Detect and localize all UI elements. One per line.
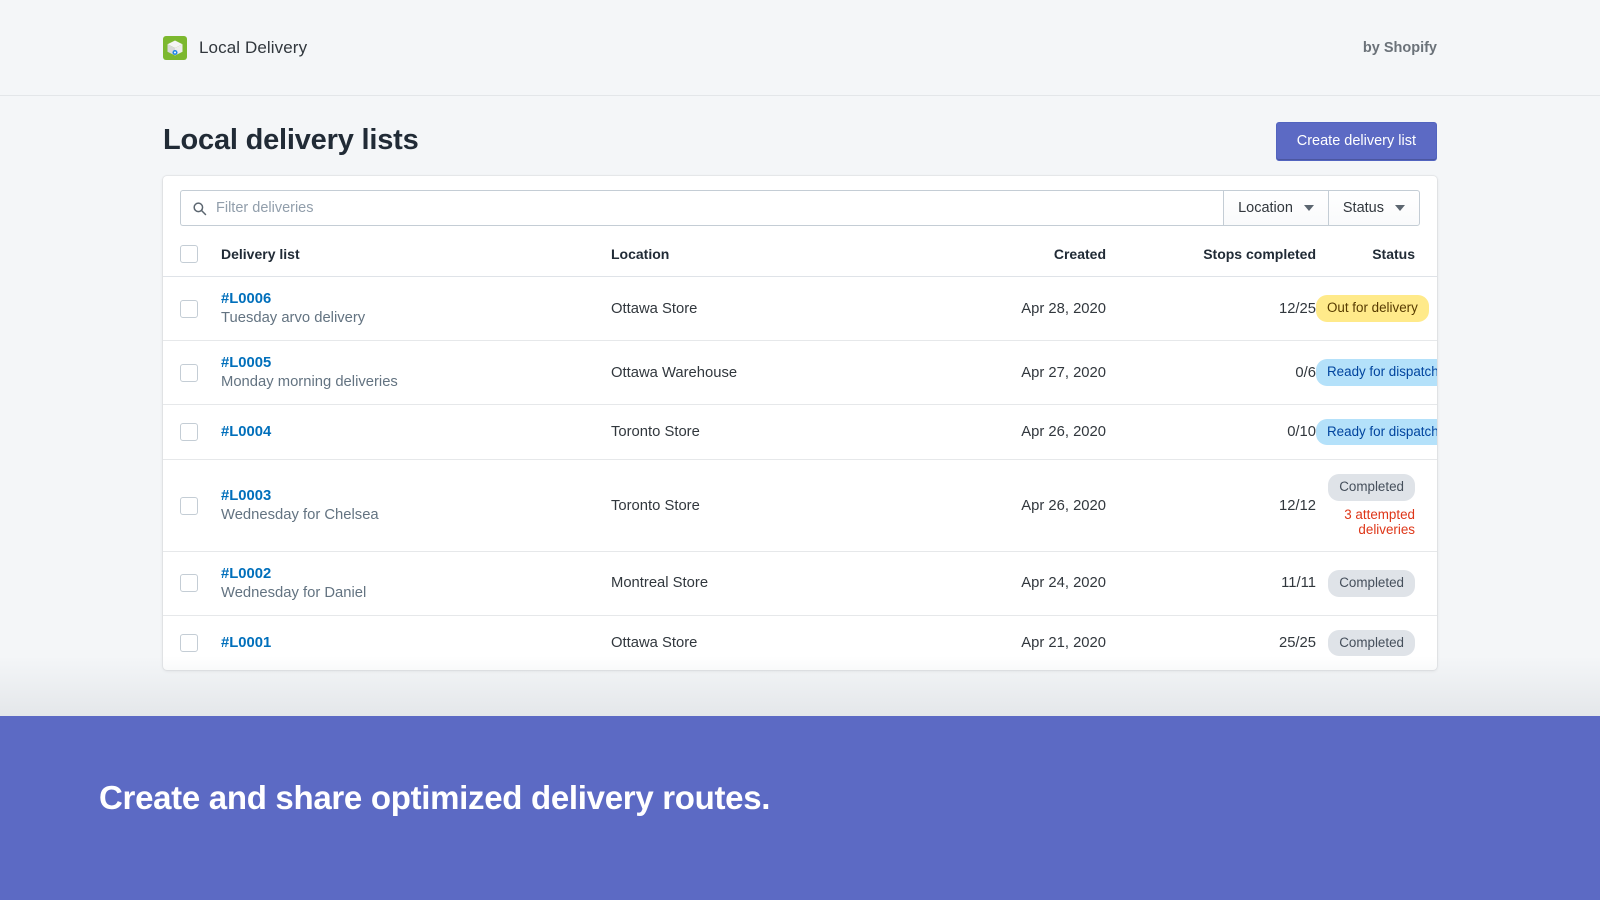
row-checkbox[interactable] xyxy=(180,423,198,442)
status-cell: Completed xyxy=(1316,550,1437,616)
status-cell: Out for delivery xyxy=(1316,276,1437,341)
row-checkbox[interactable] xyxy=(180,634,198,653)
stops-completed-cell: 12/25 xyxy=(1106,276,1316,341)
status-cell: Completed 3 attempted deliveries xyxy=(1316,459,1437,552)
status-filter-label: Status xyxy=(1342,200,1384,216)
background-fade xyxy=(0,656,1600,716)
chevron-down-icon xyxy=(1395,205,1405,211)
row-select-cell xyxy=(163,550,221,616)
promo-banner-headline: Create and share optimized delivery rout… xyxy=(99,779,771,816)
created-cell: Apr 26, 2020 xyxy=(861,459,1106,552)
search-field[interactable] xyxy=(180,190,1224,226)
promo-banner: Create and share optimized delivery rout… xyxy=(0,716,1600,900)
created-cell: Apr 26, 2020 xyxy=(861,403,1106,460)
column-header-created: Created xyxy=(1053,246,1106,262)
page-title: Local delivery lists xyxy=(163,124,419,156)
delivery-list-link[interactable]: #L0001 xyxy=(221,635,611,651)
delivery-list-subtitle: Monday morning deliveries xyxy=(221,374,398,390)
delivery-list-link[interactable]: #L0006 xyxy=(221,291,611,307)
select-all-header xyxy=(163,226,221,277)
row-checkbox[interactable] xyxy=(180,574,198,593)
location-filter-button[interactable]: Location xyxy=(1223,190,1328,226)
select-all-checkbox[interactable] xyxy=(180,245,198,263)
top-bar: Local Delivery by Shopify xyxy=(0,0,1600,96)
status-cell: Ready for dispatch xyxy=(1316,403,1437,460)
created-cell: Apr 27, 2020 xyxy=(861,340,1106,405)
brand: Local Delivery xyxy=(163,35,308,60)
delivery-list-cell: #L0006 Tuesday arvo delivery xyxy=(221,276,611,341)
created-cell: Apr 28, 2020 xyxy=(861,276,1106,341)
table-row[interactable]: #L0005 Monday morning deliveries Ottawa Wa… xyxy=(163,340,1437,405)
brand-name: Local Delivery xyxy=(199,37,308,57)
row-checkbox[interactable] xyxy=(180,363,198,382)
location-cell: Toronto Store xyxy=(611,459,861,552)
location-filter-label: Location xyxy=(1238,200,1293,216)
delivery-list-link[interactable]: #L0002 xyxy=(221,566,611,582)
delivery-list-subtitle: Wednesday for Chelsea xyxy=(221,507,379,524)
attempted-deliveries-note: 3 attempted deliveries xyxy=(1344,506,1415,537)
search-icon xyxy=(193,201,207,215)
status-badge: Completed xyxy=(1328,570,1415,597)
chevron-down-icon xyxy=(1303,205,1314,211)
delivery-list-cell: #L0002 Wednesday for Daniel xyxy=(221,550,611,616)
row-select-cell xyxy=(163,276,221,341)
location-cell: Ottawa Store xyxy=(611,276,861,341)
created-cell: Apr 24, 2020 xyxy=(861,550,1106,616)
delivery-list-link[interactable]: #L0003 xyxy=(221,488,611,504)
delivery-list-cell: #L0004 xyxy=(221,403,611,460)
status-badge: Ready for dispatch xyxy=(1316,359,1437,386)
delivery-list-link[interactable]: #L0004 xyxy=(221,424,611,440)
table-row[interactable]: #L0002 Wednesday for Daniel Montreal Store… xyxy=(163,550,1437,616)
row-select-cell xyxy=(163,403,221,460)
delivery-list-cell: #L0003 Wednesday for Chelsea xyxy=(221,459,611,552)
location-cell: Montreal Store xyxy=(611,550,861,616)
status-badge: Ready for dispatch xyxy=(1316,419,1437,446)
table-row[interactable]: #L0004 Toronto Store Apr 26, 2020 0/10 Ready… xyxy=(163,403,1437,460)
stops-completed-cell: 0/10 xyxy=(1106,403,1316,460)
delivery-lists-table: Delivery list Location Created Stops com… xyxy=(163,226,1437,671)
table-header: Delivery list Location Created Stops com… xyxy=(163,226,1437,277)
row-select-cell xyxy=(163,340,221,405)
delivery-list-subtitle: Tuesday arvo delivery xyxy=(221,310,366,326)
status-filter-button[interactable]: Status xyxy=(1327,190,1420,226)
column-header-stops-completed: Stops completed xyxy=(1203,246,1316,262)
delivery-list-cell: #L0005 Monday morning deliveries xyxy=(221,340,611,405)
column-header-delivery-list: Delivery list xyxy=(221,246,300,262)
location-cell: Ottawa Warehouse xyxy=(611,340,861,405)
search-input[interactable] xyxy=(216,200,1213,216)
filter-row: Location Status xyxy=(163,176,1437,226)
page-header: Local delivery lists Create delivery lis… xyxy=(163,117,1437,163)
byline: by Shopify xyxy=(1362,39,1437,56)
delivery-lists-card: Location Status Delivery list Location C… xyxy=(163,176,1437,671)
stops-completed-cell: 11/11 xyxy=(1106,550,1316,616)
delivery-list-link[interactable]: #L0005 xyxy=(221,355,611,371)
column-header-location: Location xyxy=(611,246,670,262)
app-page: Local Delivery by Shopify Local delivery… xyxy=(0,0,1600,900)
row-select-cell xyxy=(163,459,221,552)
status-badge: Completed xyxy=(1328,474,1415,501)
stops-completed-cell: 0/6 xyxy=(1106,340,1316,405)
create-delivery-list-button[interactable]: Create delivery list xyxy=(1275,122,1437,161)
table-row[interactable]: #L0003 Wednesday for Chelsea Toronto Store… xyxy=(163,459,1437,552)
status-cell: Ready for dispatch xyxy=(1316,340,1437,405)
delivery-list-subtitle: Wednesday for Daniel xyxy=(221,584,367,601)
package-box-icon xyxy=(163,35,187,60)
row-checkbox[interactable] xyxy=(180,299,198,318)
column-header-status: Status xyxy=(1372,246,1415,262)
status-badge: Completed xyxy=(1328,629,1415,657)
table-row[interactable]: #L0006 Tuesday arvo delivery Ottawa Store A… xyxy=(163,276,1437,341)
stops-completed-cell: 12/12 xyxy=(1106,459,1316,552)
row-checkbox[interactable] xyxy=(180,496,198,515)
status-badge: Out for delivery xyxy=(1316,295,1429,322)
table-body: #L0006 Tuesday arvo delivery Ottawa Store A… xyxy=(163,276,1437,671)
location-cell: Toronto Store xyxy=(611,403,861,460)
